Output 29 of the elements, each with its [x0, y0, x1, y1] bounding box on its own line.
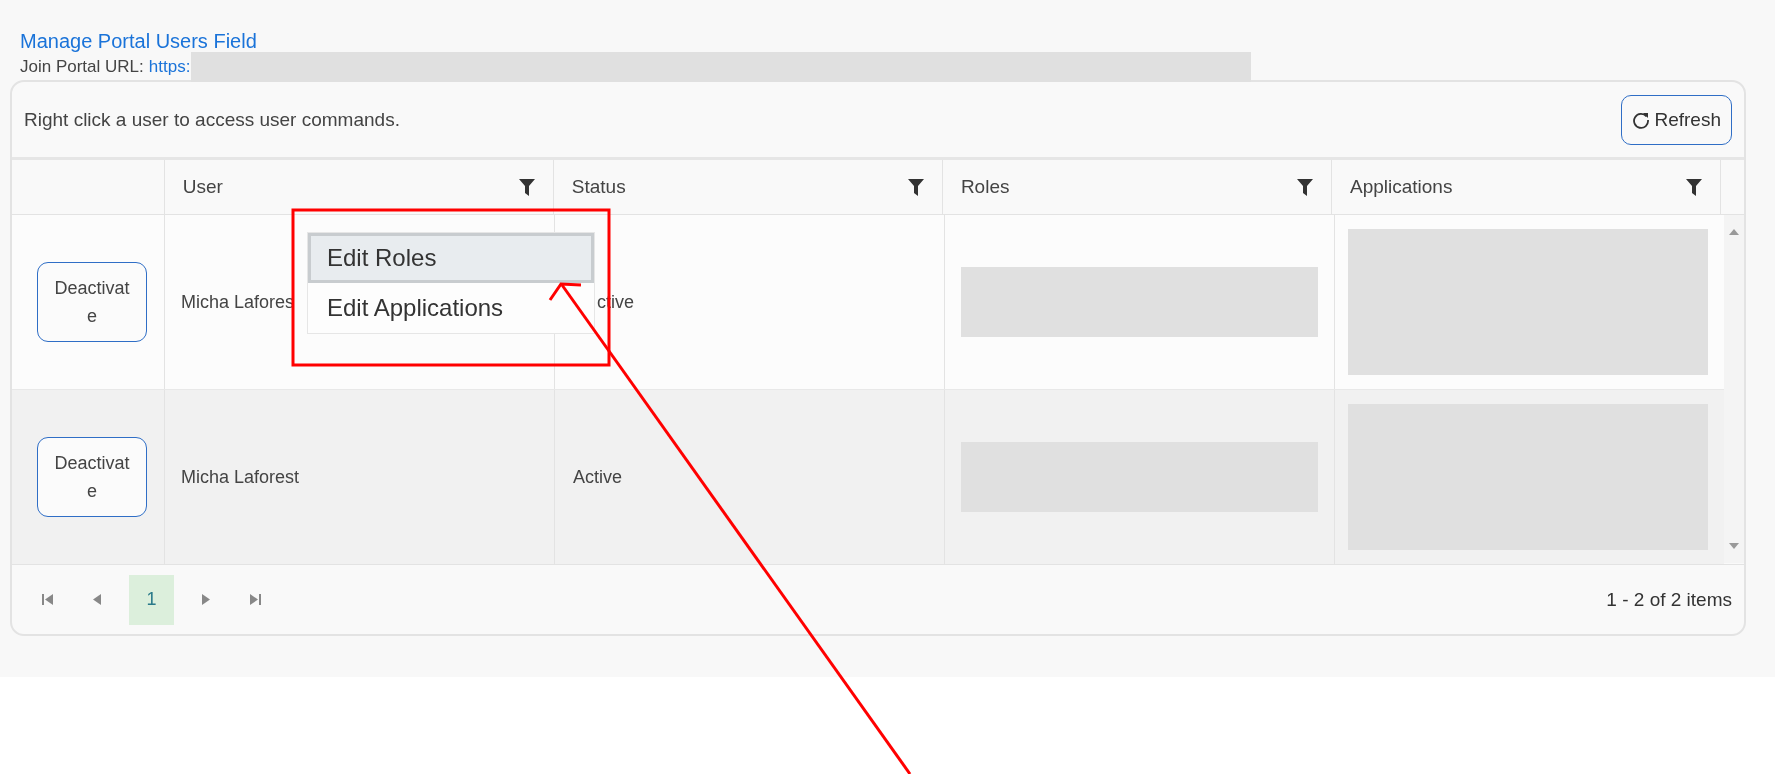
previous-page-icon[interactable]	[93, 594, 101, 605]
first-page-icon[interactable]	[42, 594, 53, 605]
url-label: Join Portal URL:	[20, 57, 144, 77]
scroll-down-icon[interactable]	[1729, 543, 1739, 549]
column-header[interactable]: Status	[571, 176, 626, 198]
deactivate-button[interactable]: Deactivate	[37, 437, 147, 517]
menu-item[interactable]: Edit Roles	[308, 233, 594, 283]
column-header[interactable]: Roles	[960, 176, 1010, 198]
status-text: Active	[573, 466, 623, 488]
page-button[interactable]: 1	[129, 574, 174, 625]
filter-icon[interactable]	[907, 178, 924, 196]
column-header[interactable]: Applications	[1350, 176, 1453, 198]
filter-icon[interactable]	[1686, 178, 1703, 196]
hint-text: Right click a user to access user commands.	[24, 108, 400, 131]
user-name: Micha Laforest	[181, 466, 300, 488]
menu-item[interactable]: Edit Applications	[308, 283, 594, 333]
last-page-icon[interactable]	[250, 594, 261, 605]
deactivate-button[interactable]: Deactivate	[37, 262, 147, 342]
page-title[interactable]: Manage Portal Users Field	[10, 28, 1775, 54]
scrollbar[interactable]	[1724, 215, 1744, 563]
column-header[interactable]: User	[182, 176, 223, 198]
refresh-button[interactable]: Refresh	[1621, 94, 1732, 145]
url-link[interactable]: https:	[148, 57, 191, 77]
scroll-up-icon[interactable]	[1729, 229, 1739, 235]
next-page-icon[interactable]	[202, 594, 210, 605]
items-summary: 1 - 2 of 2 items	[1606, 588, 1732, 611]
filter-icon[interactable]	[518, 178, 535, 196]
filter-icon[interactable]	[1297, 178, 1313, 196]
refresh-icon	[1632, 110, 1651, 129]
